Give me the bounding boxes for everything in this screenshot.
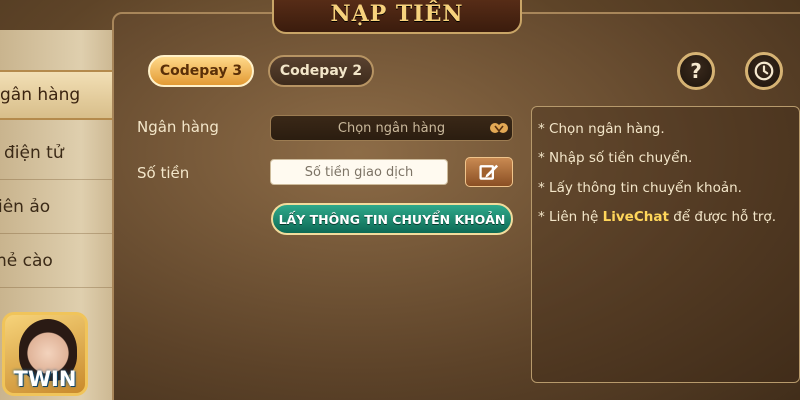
edit-icon	[479, 164, 499, 180]
sidebar-item-label: hẻ cào	[0, 250, 53, 271]
instruction-text: Nhập số tiền chuyển.	[549, 150, 693, 167]
bullet: *	[538, 179, 545, 196]
instruction-text: Lấy thông tin chuyển khoản.	[549, 179, 742, 196]
bank-select[interactable]: Chọn ngân hàng	[270, 115, 513, 141]
sidebar-item-label: điện tử	[4, 142, 64, 163]
instruction-step: * Liên hệ LiveChat để được hỗ trợ.	[538, 203, 795, 232]
bullet: *	[538, 150, 545, 167]
instruction-text: Liên hệ	[549, 208, 599, 225]
logo-text: TWIN	[13, 367, 77, 391]
instruction-text: Chọn ngân hàng.	[549, 121, 665, 137]
sidebar-item-label: iên ảo	[0, 196, 51, 217]
instruction-step: * Chọn ngân hàng.	[538, 115, 795, 144]
bank-select-value: Chọn ngân hàng	[337, 120, 446, 136]
sidebar-item-card[interactable]: hẻ cào	[0, 234, 118, 288]
instructions-panel: * Chọn ngân hàng. * Nhập số tiền chuyển.…	[531, 106, 800, 383]
amount-input[interactable]	[270, 159, 448, 185]
bullet: *	[538, 121, 545, 137]
sidebar-item-label: gân hàng	[0, 85, 81, 105]
bank-label: Ngân hàng	[137, 118, 219, 136]
history-button[interactable]	[745, 52, 783, 90]
question-icon: ?	[690, 59, 702, 83]
livechat-link[interactable]: LiveChat	[603, 209, 669, 225]
get-transfer-info-button[interactable]: LẤY THÔNG TIN CHUYỂN KHOẢN	[271, 203, 513, 235]
twin-logo: TWIN	[2, 312, 88, 396]
bullet: *	[538, 208, 545, 225]
tab-codepay-3[interactable]: Codepay 3	[148, 55, 254, 87]
edit-amount-button[interactable]	[465, 157, 513, 187]
sidebar-item-ewallet[interactable]: điện tử	[0, 126, 118, 180]
history-icon	[754, 61, 774, 81]
page-title: NẠP TIỀN	[272, 0, 522, 34]
tab-codepay-2[interactable]: Codepay 2	[268, 55, 374, 87]
sidebar-item-crypto[interactable]: iên ảo	[0, 180, 118, 234]
chevron-down-icon	[490, 121, 508, 135]
instruction-text: để được hỗ trợ.	[673, 208, 776, 225]
instruction-step: * Lấy thông tin chuyển khoản.	[538, 174, 795, 203]
help-button[interactable]: ?	[677, 52, 715, 90]
instruction-step: * Nhập số tiền chuyển.	[538, 144, 795, 173]
amount-label: Số tiền	[137, 164, 190, 182]
